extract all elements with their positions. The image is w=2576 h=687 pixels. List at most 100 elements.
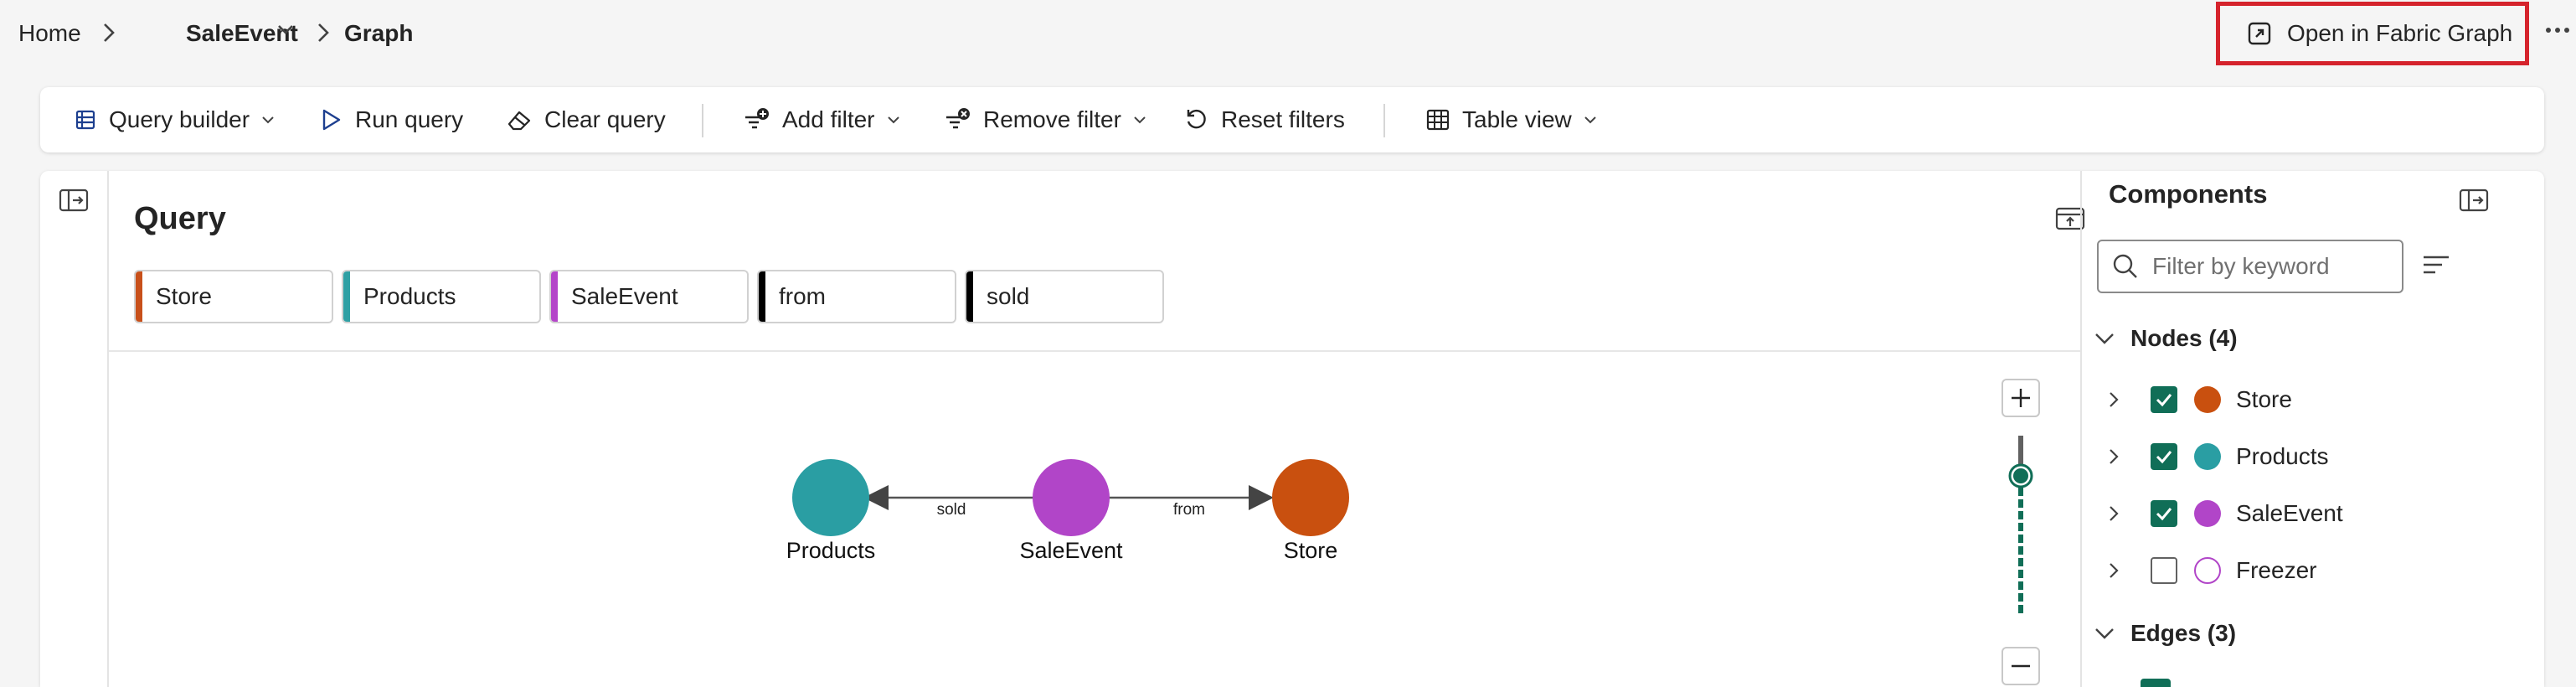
color-dot	[2194, 443, 2221, 470]
chevron-right-icon[interactable]	[2107, 561, 2141, 580]
clear-query-button[interactable]: Clear query	[506, 87, 666, 152]
query-chip-sold[interactable]: sold	[965, 270, 1164, 323]
edge-label-sold: sold	[936, 501, 966, 519]
chevron-right-icon[interactable]	[2107, 447, 2141, 466]
collapse-panel-icon[interactable]	[2459, 188, 2489, 213]
table-view-button[interactable]: Table view	[1425, 87, 1597, 152]
node-label-saleevent: SaleEvent	[1019, 538, 1123, 563]
query-chip-label: from	[779, 283, 826, 309]
query-chip-label: SaleEvent	[571, 283, 678, 309]
node-label-store: Store	[1283, 538, 1338, 563]
query-chip-label: Products	[363, 283, 456, 309]
checkbox[interactable]	[2151, 500, 2177, 527]
filter-input[interactable]	[2152, 253, 2395, 280]
color-dot	[2194, 386, 2221, 413]
chevron-right-icon[interactable]	[2107, 390, 2141, 409]
query-title: Query	[134, 201, 226, 236]
nodes-section-header[interactable]: Nodes (4)	[2094, 322, 2238, 355]
main-panel: Query Store Products SaleEvent from sold	[40, 171, 2544, 687]
chevron-right-icon	[102, 22, 116, 44]
query-chip-from[interactable]: from	[757, 270, 956, 323]
filter-search-box[interactable]	[2097, 240, 2403, 293]
reset-filters-button[interactable]: Reset filters	[1184, 87, 1345, 152]
search-icon	[2112, 253, 2139, 280]
checkbox[interactable]	[2151, 443, 2177, 470]
top-bar: Home SaleEvent Graph Open in Fabric Grap…	[0, 0, 2576, 65]
table-view-label: Table view	[1462, 106, 1572, 132]
query-builder-button[interactable]: Query builder	[74, 87, 275, 152]
edges-section-header[interactable]: Edges (3)	[2094, 617, 2236, 650]
chevron-down-icon	[887, 116, 900, 124]
node-store	[1272, 459, 1349, 536]
chevron-right-icon	[317, 22, 330, 44]
add-filter-icon	[744, 107, 770, 132]
node-label-products: Products	[786, 538, 876, 563]
components-panel: Components Nodes (4)	[2080, 171, 2544, 687]
eraser-icon	[506, 107, 533, 132]
component-label: SaleEvent	[2236, 500, 2343, 526]
chevron-down-icon	[1584, 116, 1597, 124]
open-external-icon	[2247, 21, 2272, 46]
zoom-in-button[interactable]	[2002, 379, 2040, 417]
query-chip-store[interactable]: Store	[134, 270, 333, 323]
component-row-saleevent[interactable]: SaleEvent	[2107, 493, 2343, 535]
graph-canvas[interactable]: sold from Products SaleEvent Store	[109, 352, 2080, 687]
node-saleevent	[1033, 459, 1110, 536]
table-list-icon	[74, 108, 97, 132]
component-row-partial	[2141, 679, 2171, 687]
run-query-button[interactable]: Run query	[318, 87, 463, 152]
node-products	[792, 459, 869, 536]
remove-filter-label: Remove filter	[983, 106, 1121, 132]
reset-icon	[1184, 107, 1209, 132]
toolbar-divider	[702, 104, 703, 137]
breadcrumb-home[interactable]: Home	[18, 17, 81, 50]
zoom-out-button[interactable]	[2002, 647, 2040, 685]
remove-filter-button[interactable]: Remove filter	[945, 87, 1146, 152]
component-label: Freezer	[2236, 557, 2317, 583]
query-builder-label: Query builder	[109, 106, 250, 132]
chevron-down-icon	[2094, 332, 2115, 345]
run-query-label: Run query	[355, 106, 464, 132]
component-row-products[interactable]: Products	[2107, 436, 2329, 478]
add-filter-label: Add filter	[782, 106, 875, 132]
more-options-icon[interactable]	[2543, 15, 2573, 45]
add-filter-button[interactable]: Add filter	[744, 87, 900, 152]
edges-section-label: Edges (3)	[2130, 620, 2237, 646]
query-chip-products[interactable]: Products	[342, 270, 541, 323]
edge-label-from: from	[1173, 501, 1205, 519]
zoom-slider[interactable]	[2008, 436, 2033, 620]
chevron-down-icon	[261, 116, 275, 124]
chevron-right-icon[interactable]	[2107, 504, 2141, 523]
remove-filter-icon	[945, 107, 971, 132]
color-dot	[2194, 557, 2221, 584]
query-chip-saleevent[interactable]: SaleEvent	[549, 270, 749, 323]
nodes-section-label: Nodes (4)	[2130, 325, 2238, 351]
checkbox[interactable]	[2151, 386, 2177, 413]
query-chip-label: Store	[156, 283, 212, 309]
play-icon	[318, 107, 343, 132]
component-label: Store	[2236, 386, 2292, 412]
minus-icon	[2010, 655, 2032, 677]
breadcrumb-graph: Graph	[344, 20, 414, 46]
query-chip-label: sold	[987, 283, 1030, 309]
plus-icon	[2010, 387, 2032, 409]
component-row-store[interactable]: Store	[2107, 379, 2292, 421]
component-label: Products	[2236, 443, 2329, 469]
toolbar-divider	[1383, 104, 1385, 137]
reset-filters-label: Reset filters	[1221, 106, 1345, 132]
components-title: Components	[2109, 179, 2268, 209]
sort-icon[interactable]	[2422, 253, 2450, 276]
open-in-fabric-graph-label: Open in Fabric Graph	[2287, 20, 2513, 46]
open-in-fabric-graph-button[interactable]: Open in Fabric Graph	[2216, 2, 2529, 65]
table-icon	[1425, 107, 1450, 132]
clear-query-label: Clear query	[544, 106, 666, 132]
component-row-freezer[interactable]: Freezer	[2107, 550, 2316, 591]
checkbox[interactable]	[2151, 557, 2177, 584]
chevron-down-icon	[2094, 627, 2115, 640]
color-dot	[2194, 500, 2221, 527]
chevron-down-icon[interactable]	[276, 23, 295, 35]
expand-panel-icon[interactable]	[59, 188, 89, 213]
left-rail	[40, 171, 109, 687]
toolbar: Query builder Run query Clear query Add …	[40, 87, 2544, 152]
chevron-down-icon	[1133, 116, 1146, 124]
